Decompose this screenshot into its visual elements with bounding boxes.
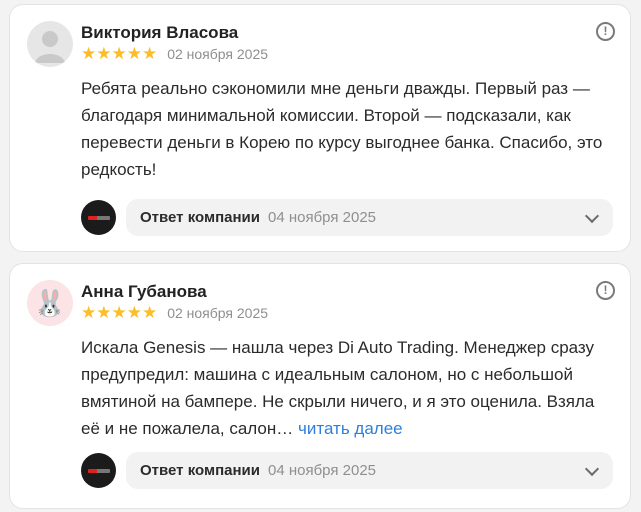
review-card: 🐰 Анна Губанова ★★★★★ 02 ноября 2025 ! И…	[9, 263, 631, 509]
review-text: Ребята реально сэкономили мне деньги два…	[81, 75, 611, 183]
read-more-link[interactable]: читать далее	[298, 419, 403, 438]
company-reply-row: Ответ компании 04 ноября 2025	[81, 452, 613, 489]
reply-date: 04 ноября 2025	[267, 209, 377, 226]
reply-date: 04 ноября 2025	[267, 462, 377, 479]
review-date: 02 ноября 2025	[167, 46, 269, 62]
company-logo-icon	[81, 200, 116, 235]
avatar[interactable]	[27, 21, 73, 67]
company-reply-toggle[interactable]: Ответ компании 04 ноября 2025	[126, 199, 613, 236]
rating-row: ★★★★★ 02 ноября 2025	[81, 304, 268, 322]
reply-label: Ответ компании	[140, 462, 260, 479]
star-rating: ★★★★★	[81, 303, 158, 322]
company-logo-icon	[81, 453, 116, 488]
star-rating: ★★★★★	[81, 44, 158, 63]
rating-row: ★★★★★ 02 ноября 2025	[81, 45, 268, 63]
reply-label: Ответ компании	[140, 209, 260, 226]
bunny-avatar-icon: 🐰	[33, 287, 67, 318]
review-date: 02 ноября 2025	[167, 305, 269, 321]
review-text-body: Ребята реально сэкономили мне деньги два…	[81, 79, 603, 179]
author-name[interactable]: Анна Губанова	[81, 282, 207, 302]
user-placeholder-icon	[35, 31, 65, 63]
review-text: Искала Genesis — нашла через Di Auto Tra…	[81, 334, 611, 442]
company-reply-toggle[interactable]: Ответ компании 04 ноября 2025	[126, 452, 613, 489]
company-reply-row: Ответ компании 04 ноября 2025	[81, 199, 613, 236]
chevron-down-icon	[584, 461, 600, 477]
info-icon[interactable]: !	[596, 22, 615, 41]
chevron-down-icon	[584, 208, 600, 224]
author-name[interactable]: Виктория Власова	[81, 23, 238, 43]
avatar[interactable]: 🐰	[27, 280, 73, 326]
review-card: Виктория Власова ★★★★★ 02 ноября 2025 ! …	[9, 4, 631, 252]
info-icon[interactable]: !	[596, 281, 615, 300]
